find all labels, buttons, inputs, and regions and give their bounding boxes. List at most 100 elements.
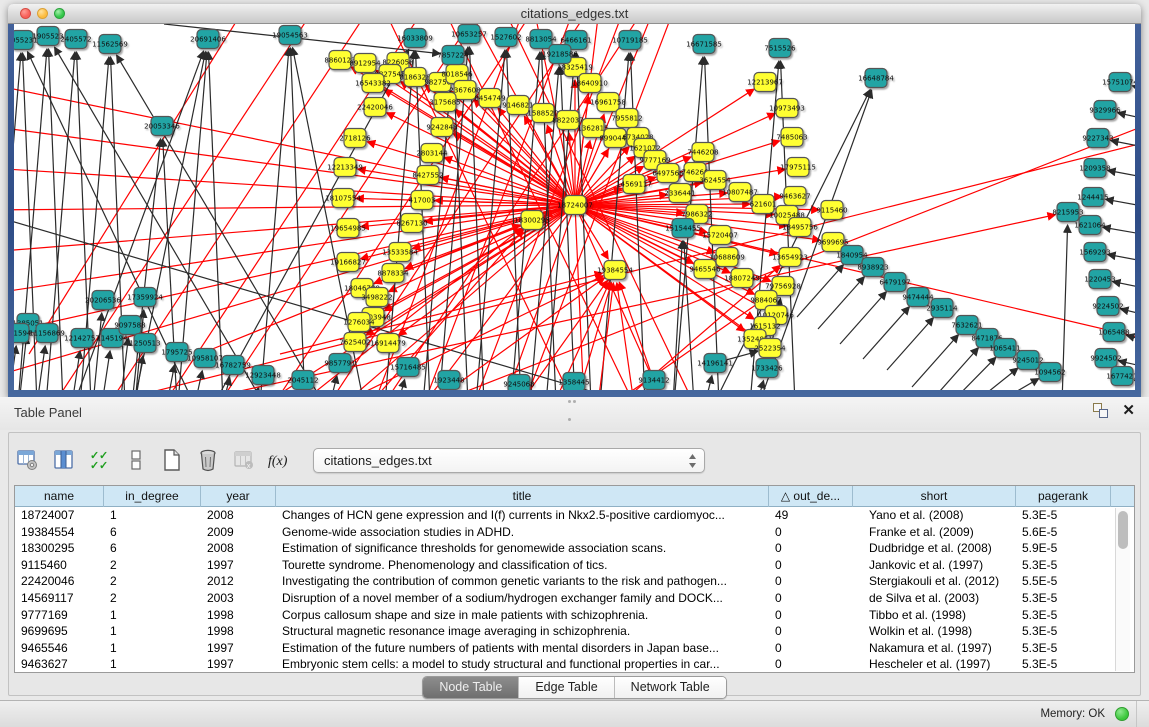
graph-node[interactable]: 1065488 (1098, 323, 1129, 342)
graph-node[interactable]: 1905523 (32, 27, 63, 46)
tab-network-table[interactable]: Network Table (615, 677, 726, 698)
graph-node[interactable]: 14196141 (697, 354, 733, 373)
graph-node[interactable]: 2045112 (287, 371, 318, 390)
tab-edge-table[interactable]: Edge Table (519, 677, 614, 698)
graph-node[interactable]: 7446208 (687, 143, 718, 162)
network-canvas[interactable]: 1872400788601238912954822605898275488186… (14, 24, 1135, 390)
graph-node[interactable]: 9097588 (114, 316, 145, 335)
graph-node[interactable]: 1358445 (558, 373, 589, 391)
graph-node[interactable]: 8427552 (412, 166, 443, 185)
network-window-titlebar[interactable]: citations_edges.txt (8, 4, 1141, 24)
show-columns-icon[interactable] (51, 447, 77, 473)
tab-node-table[interactable]: Node Table (423, 677, 519, 698)
graph-node[interactable]: 1244415 (1077, 188, 1108, 207)
graph-node[interactable]: 2405572 (60, 30, 91, 49)
graph-node[interactable]: 3175685 (429, 93, 460, 112)
graph-node[interactable]: 9224502 (1092, 297, 1123, 316)
graph-node[interactable]: 9245068 (503, 375, 534, 391)
graph-node[interactable]: 7625402 (339, 333, 370, 352)
column-header[interactable]: short (853, 486, 1016, 507)
column-header[interactable]: in_degree (104, 486, 201, 507)
graph-node[interactable]: 1065411 (989, 339, 1020, 358)
graph-node[interactable]: 1220453 (1084, 270, 1115, 289)
graph-node[interactable]: 1209358 (1079, 159, 1110, 178)
split-pane-handle[interactable] (568, 400, 582, 406)
column-header[interactable]: year (201, 486, 276, 507)
graph-node[interactable]: 6497568 (652, 164, 683, 183)
graph-node[interactable]: 9857791 (324, 354, 355, 373)
memory-ok-indicator[interactable] (1115, 707, 1129, 721)
graph-node[interactable]: 13654923 (772, 248, 808, 267)
graph-node[interactable]: 2336441 (664, 184, 695, 203)
graph-node[interactable]: 11562569 (92, 35, 128, 54)
table-row[interactable]: 946554611997Estimation of the future num… (15, 640, 1134, 657)
graph-node[interactable]: 3498222 (361, 288, 392, 307)
table-row[interactable]: 1938455462009Genome-wide association stu… (15, 524, 1134, 541)
table-scrollbar[interactable] (1115, 508, 1130, 671)
graph-node[interactable]: 8878334 (377, 264, 409, 283)
graph-node[interactable]: 9924502 (1090, 349, 1121, 368)
table-row[interactable]: 977716911998Corpus callosum shape and si… (15, 607, 1134, 624)
graph-node[interactable]: 12142757 (64, 329, 100, 348)
table-row[interactable]: 946362711997Embryonic stem cells: a mode… (15, 656, 1134, 673)
graph-node[interactable]: 9134412 (638, 371, 669, 390)
table-row[interactable]: 969969511998Structural magnetic resonanc… (15, 623, 1134, 640)
table-row[interactable]: 911546021997Tourette syndrome. Phenomeno… (15, 557, 1134, 574)
table-settings-icon[interactable] (15, 447, 41, 473)
network-graph[interactable]: 1872400788601238912954822605898275488186… (14, 24, 1135, 390)
graph-node[interactable]: 16033809 (397, 29, 433, 48)
graph-node[interactable]: 15751074 (1102, 73, 1135, 92)
graph-node[interactable]: 8938923 (857, 258, 888, 277)
graph-node[interactable]: 16671585 (686, 35, 722, 54)
graph-node[interactable]: 9463627 (779, 187, 810, 206)
graph-node[interactable]: 9227343 (1082, 129, 1113, 148)
graph-node[interactable]: 20206536 (85, 291, 121, 310)
graph-node[interactable]: 7485063 (776, 128, 807, 147)
graph-node[interactable]: 10653257 (451, 25, 487, 44)
delete-table-icon[interactable]: x (231, 447, 257, 473)
table-row[interactable]: 1872400712008Changes of HCN gene express… (15, 507, 1134, 524)
graph-node[interactable]: 1677421 (1106, 367, 1135, 386)
table-row[interactable]: 2242004622012Investigating the contribut… (15, 573, 1134, 590)
graph-node[interactable]: 9242848 (426, 118, 457, 137)
graph-node[interactable]: 3624554 (699, 171, 731, 190)
function-builder-icon[interactable]: f(x) (267, 447, 293, 473)
select-all-icon[interactable]: ✓✓✓✓ (87, 447, 113, 473)
graph-node[interactable]: 9329966 (1089, 101, 1121, 120)
graph-node[interactable]: 1250513 (129, 334, 160, 353)
graph-node[interactable]: 1527602 (490, 28, 521, 47)
close-panel-icon[interactable]: ✕ (1122, 403, 1135, 418)
graph-node[interactable]: 6479197 (879, 273, 910, 292)
graph-node[interactable]: 2935114 (926, 299, 958, 318)
graph-node[interactable]: 1569293 (1079, 243, 1110, 262)
column-header[interactable]: △ out_de... (769, 486, 853, 507)
clear-selection-icon[interactable] (123, 447, 149, 473)
graph-node[interactable]: 2718126 (339, 129, 371, 148)
graph-node[interactable]: 8454749 (474, 89, 505, 108)
table-row[interactable]: 1830029562008Estimation of significance … (15, 540, 1134, 557)
column-header[interactable]: pagerank (1016, 486, 1111, 507)
table-scrollbar-thumb[interactable] (1118, 511, 1128, 549)
new-column-icon[interactable] (159, 447, 185, 473)
graph-node[interactable]: 7515526 (764, 39, 796, 58)
graph-node[interactable]: 16648784 (858, 69, 894, 88)
graph-node[interactable]: 10719185 (612, 31, 648, 50)
graph-node[interactable]: 1094562 (1034, 363, 1065, 382)
graph-node[interactable]: 9115460 (816, 201, 847, 220)
graph-node[interactable]: 19654985 (330, 219, 366, 238)
graph-node[interactable]: 1621064 (1074, 216, 1106, 235)
graph-node[interactable]: 7955812 (611, 109, 642, 128)
table-row[interactable]: 1456911722003Disruption of a novel membe… (15, 590, 1134, 607)
float-panel-icon[interactable] (1093, 403, 1108, 418)
graph-node[interactable]: 19054563 (272, 26, 308, 45)
table-header-row[interactable]: namein_degreeyeartitle△ out_de...shortpa… (15, 486, 1134, 507)
table-selector[interactable]: citations_edges.txt (313, 448, 705, 473)
column-header[interactable]: title (276, 486, 769, 507)
graph-node[interactable]: 8267130 (396, 214, 427, 233)
graph-node[interactable]: 1733426 (751, 359, 783, 378)
graph-node[interactable]: 7857224 (437, 46, 469, 65)
graph-node[interactable]: 417003 (409, 191, 436, 210)
delete-column-icon[interactable] (195, 447, 221, 473)
graph-node[interactable]: 1923448 (433, 371, 464, 390)
column-header[interactable]: name (15, 486, 104, 507)
